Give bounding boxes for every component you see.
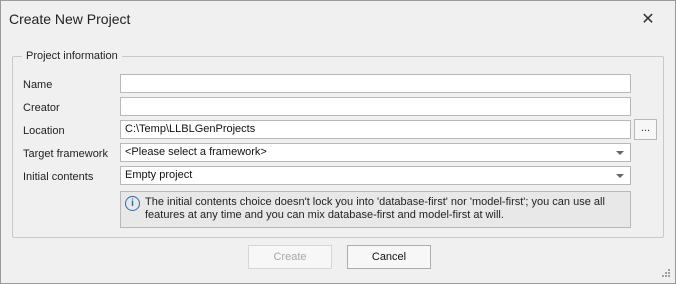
target-framework-value: <Please select a framework>	[125, 146, 267, 158]
location-label: Location	[23, 125, 65, 137]
group-legend: Project information	[22, 50, 122, 62]
create-project-dialog: Create New Project ✕ Project information…	[0, 0, 676, 284]
cancel-button[interactable]: Cancel	[347, 245, 431, 269]
info-icon: i	[125, 196, 140, 211]
browse-button[interactable]: ...	[634, 119, 657, 140]
target-framework-label: Target framework	[23, 148, 108, 160]
initial-contents-select[interactable]: Empty project	[120, 166, 631, 185]
info-panel: i The initial contents choice doesn't lo…	[120, 191, 631, 228]
creator-input[interactable]	[120, 97, 631, 116]
initial-contents-value: Empty project	[125, 169, 193, 181]
dialog-title: Create New Project	[9, 11, 131, 27]
name-label: Name	[23, 79, 53, 91]
close-icon[interactable]: ✕	[638, 10, 658, 30]
chevron-down-icon	[616, 174, 624, 178]
creator-label: Creator	[23, 102, 60, 114]
target-framework-select[interactable]: <Please select a framework>	[120, 143, 631, 162]
title-bar: Create New Project ✕	[1, 1, 675, 38]
name-input[interactable]	[120, 74, 631, 93]
info-text: The initial contents choice doesn't lock…	[145, 196, 605, 221]
chevron-down-icon	[616, 151, 624, 155]
resize-grip-icon[interactable]	[660, 267, 670, 277]
location-input[interactable]: C:\Temp\LLBLGenProjects	[120, 120, 631, 139]
initial-contents-label: Initial contents	[23, 171, 94, 183]
create-button[interactable]: Create	[248, 245, 332, 269]
